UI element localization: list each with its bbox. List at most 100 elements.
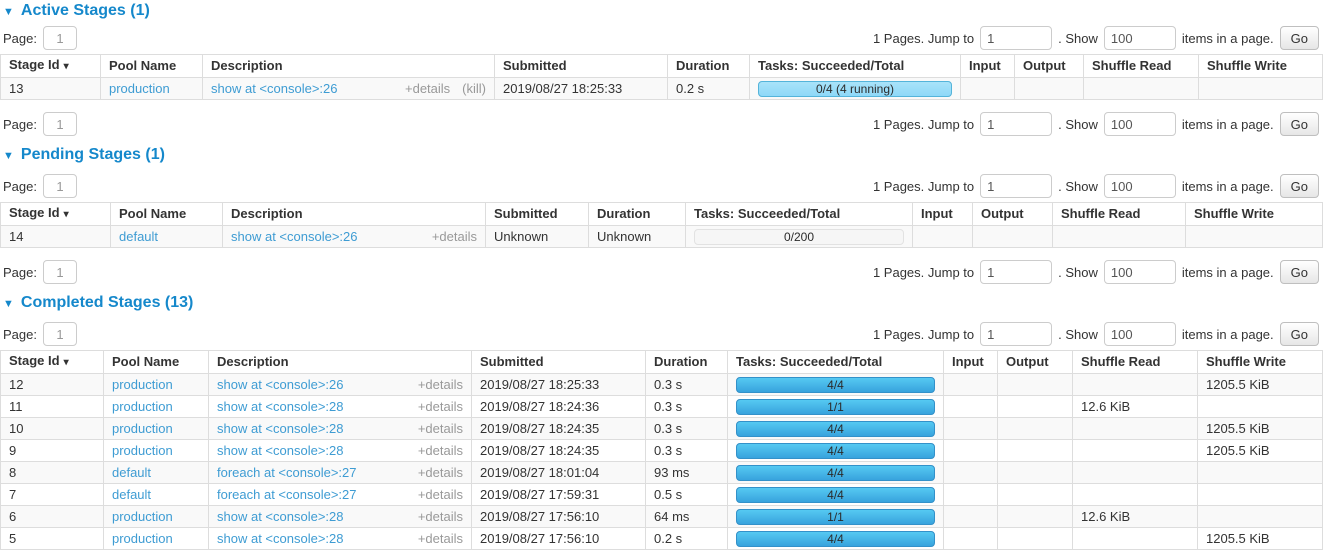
show-count-input[interactable] [1104,260,1176,284]
details-toggle[interactable]: +details [418,463,463,483]
go-button[interactable]: Go [1280,174,1319,198]
section-header-pending-stages[interactable]: ▼ Pending Stages (1) [0,146,1323,164]
stage-description-link[interactable]: show at <console>:26 [211,79,337,99]
section-header-active-stages[interactable]: ▼ Active Stages (1) [0,2,1323,20]
page-number-input[interactable] [43,112,77,136]
stage-description-link[interactable]: show at <console>:28 [217,507,343,527]
go-button[interactable]: Go [1280,112,1319,136]
pool-name-link[interactable]: production [112,421,173,436]
page-number-input[interactable] [43,26,77,50]
page-number-input[interactable] [43,174,77,198]
shuffle-read-cell [1073,418,1198,440]
col-header-shuffle-read[interactable]: Shuffle Read [1073,351,1198,374]
col-header-stage-id[interactable]: Stage Id▾ [1,55,101,78]
tasks-cell: 4/4 [728,528,944,550]
section-header-completed-stages[interactable]: ▼ Completed Stages (13) [0,294,1323,312]
stage-description-link[interactable]: foreach at <console>:27 [217,463,357,483]
jump-to-input[interactable] [980,26,1052,50]
col-header-tasks-succeeded-total[interactable]: Tasks: Succeeded/Total [686,203,913,226]
details-toggle[interactable]: +details [432,227,477,247]
stage-description-link[interactable]: foreach at <console>:27 [217,485,357,505]
stage-row: 14defaultshow at <console>:26+detailsUnk… [1,226,1323,248]
shuffle-write-cell [1198,484,1323,506]
tasks-progress-label: 4/4 [737,378,934,393]
pool-name-link[interactable]: production [112,443,173,458]
kill-link[interactable]: (kill) [462,79,486,99]
col-header-stage-id[interactable]: Stage Id▾ [1,351,104,374]
col-header-pool-name[interactable]: Pool Name [111,203,223,226]
description-cell: show at <console>:28 +details [209,440,472,462]
col-header-tasks-succeeded-total[interactable]: Tasks: Succeeded/Total [728,351,944,374]
duration-cell: 0.3 s [646,418,728,440]
col-header-duration[interactable]: Duration [589,203,686,226]
stage-description-link[interactable]: show at <console>:28 [217,419,343,439]
col-header-input[interactable]: Input [944,351,998,374]
col-header-output[interactable]: Output [1015,55,1084,78]
input-cell [913,226,973,248]
col-header-description[interactable]: Description [203,55,495,78]
details-toggle[interactable]: +details [418,441,463,461]
go-button[interactable]: Go [1280,260,1319,284]
col-header-description[interactable]: Description [223,203,486,226]
col-header-shuffle-write[interactable]: Shuffle Write [1198,351,1323,374]
col-header-shuffle-write[interactable]: Shuffle Write [1199,55,1323,78]
show-count-input[interactable] [1104,26,1176,50]
col-header-input[interactable]: Input [913,203,973,226]
col-header-stage-id[interactable]: Stage Id▾ [1,203,111,226]
stage-description-link[interactable]: show at <console>:28 [217,529,343,549]
pool-name-link[interactable]: production [112,531,173,546]
col-header-input[interactable]: Input [961,55,1015,78]
pool-name-link[interactable]: production [112,399,173,414]
col-header-submitted[interactable]: Submitted [472,351,646,374]
jump-to-input[interactable] [980,322,1052,346]
col-header-shuffle-read[interactable]: Shuffle Read [1084,55,1199,78]
go-button[interactable]: Go [1280,322,1319,346]
page-number-input[interactable] [43,322,77,346]
col-header-shuffle-write[interactable]: Shuffle Write [1186,203,1323,226]
stage-description-link[interactable]: show at <console>:28 [217,441,343,461]
stage-description-link[interactable]: show at <console>:26 [217,375,343,395]
pages-info-text: 1 Pages. Jump to [873,31,974,46]
shuffle-write-cell [1198,462,1323,484]
details-toggle[interactable]: +details [405,79,450,99]
details-toggle[interactable]: +details [418,419,463,439]
col-header-output[interactable]: Output [973,203,1053,226]
col-header-submitted[interactable]: Submitted [486,203,589,226]
col-header-duration[interactable]: Duration [668,55,750,78]
details-toggle[interactable]: +details [418,507,463,527]
jump-to-input[interactable] [980,260,1052,284]
pool-name-link[interactable]: production [112,377,173,392]
pool-name-link[interactable]: production [109,81,170,96]
details-toggle[interactable]: +details [418,485,463,505]
show-count-input[interactable] [1104,174,1176,198]
stage-description-link[interactable]: show at <console>:26 [231,227,357,247]
show-count-input[interactable] [1104,112,1176,136]
col-header-output[interactable]: Output [998,351,1073,374]
pool-name-link[interactable]: default [112,487,151,502]
col-header-description[interactable]: Description [209,351,472,374]
page-number-input[interactable] [43,260,77,284]
description-actions: +details [418,463,463,483]
col-header-duration[interactable]: Duration [646,351,728,374]
details-toggle[interactable]: +details [418,375,463,395]
pages-info-text: 1 Pages. Jump to [873,265,974,280]
col-header-pool-name[interactable]: Pool Name [101,55,203,78]
stage-description-link[interactable]: show at <console>:28 [217,397,343,417]
go-button[interactable]: Go [1280,26,1319,50]
pool-name-link[interactable]: default [112,465,151,480]
input-cell [944,374,998,396]
pagination-controls: 1 Pages. Jump to . Show items in a page.… [873,322,1319,346]
pool-name-link[interactable]: default [119,229,158,244]
stage-id-cell: 8 [1,462,104,484]
show-count-input[interactable] [1104,322,1176,346]
col-header-pool-name[interactable]: Pool Name [104,351,209,374]
col-header-shuffle-read[interactable]: Shuffle Read [1053,203,1186,226]
details-toggle[interactable]: +details [418,529,463,549]
details-toggle[interactable]: +details [418,397,463,417]
pool-name-link[interactable]: production [112,509,173,524]
jump-to-input[interactable] [980,112,1052,136]
col-header-submitted[interactable]: Submitted [495,55,668,78]
submitted-cell: 2019/08/27 18:25:33 [472,374,646,396]
col-header-tasks-succeeded-total[interactable]: Tasks: Succeeded/Total [750,55,961,78]
jump-to-input[interactable] [980,174,1052,198]
